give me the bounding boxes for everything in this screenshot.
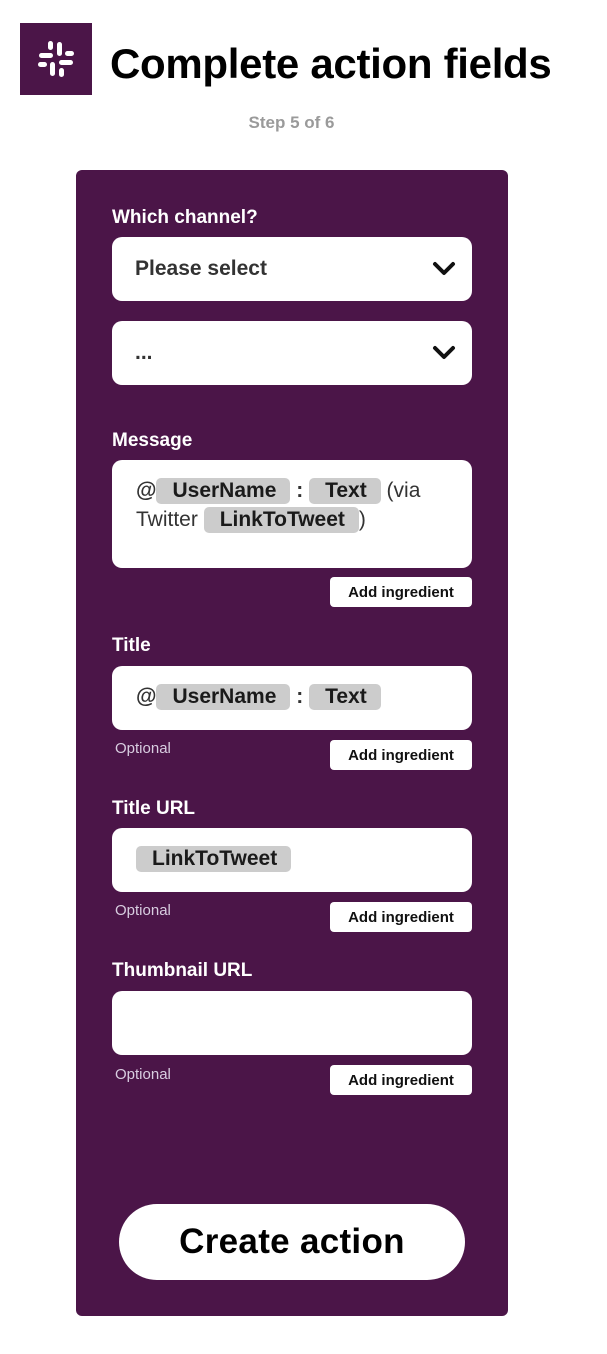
- optional-hint: Optional: [115, 902, 171, 919]
- add-ingredient-button[interactable]: Add ingredient: [330, 1065, 472, 1095]
- message-text: Twitter: [136, 508, 198, 531]
- message-text: ): [358, 508, 366, 531]
- separator: :: [296, 685, 304, 708]
- optional-hint: Optional: [115, 1066, 171, 1083]
- message-text: (via: [386, 479, 421, 502]
- at-sign: @: [136, 685, 157, 708]
- message-field[interactable]: @ UserName : Text (via Twitter LinkToTwee…: [112, 460, 472, 568]
- separator: :: [296, 479, 304, 502]
- channel-sub-select[interactable]: ...: [112, 321, 472, 385]
- create-action-button[interactable]: Create action: [119, 1204, 465, 1280]
- step-indicator: Step 5 of 6: [248, 113, 335, 132]
- ingredient-pill[interactable]: Text: [309, 478, 381, 504]
- thumbnail-url-field[interactable]: [112, 991, 472, 1055]
- page-title: Complete action fields: [110, 40, 552, 87]
- slack-logo: [20, 23, 92, 95]
- optional-hint: Optional: [115, 740, 171, 757]
- add-ingredient-button[interactable]: Add ingredient: [330, 577, 472, 607]
- ingredient-pill[interactable]: UserName: [156, 478, 291, 504]
- title-url-label: Title URL: [112, 798, 196, 819]
- title-label: Title: [112, 635, 151, 656]
- ingredient-pill[interactable]: LinkToTweet: [136, 846, 292, 872]
- chevron-down-icon: [433, 346, 455, 359]
- action-fields-panel: Which channel? Please select ... Message…: [76, 170, 508, 1316]
- channel-select[interactable]: Please select: [112, 237, 472, 301]
- title-field[interactable]: @ UserName : Text: [112, 666, 472, 730]
- ingredient-pill[interactable]: Text: [309, 684, 381, 710]
- channel-label: Which channel?: [112, 207, 258, 228]
- ingredient-pill[interactable]: LinkToTweet: [203, 507, 359, 533]
- add-ingredient-button[interactable]: Add ingredient: [330, 740, 472, 770]
- thumbnail-url-label: Thumbnail URL: [112, 960, 253, 981]
- slack-icon: [38, 41, 74, 77]
- chevron-down-icon: [433, 262, 455, 275]
- add-ingredient-button[interactable]: Add ingredient: [330, 902, 472, 932]
- channel-select-value: Please select: [135, 257, 267, 280]
- message-label: Message: [112, 430, 193, 451]
- at-sign: @: [136, 479, 157, 502]
- channel-sub-select-value: ...: [135, 341, 153, 364]
- title-url-field[interactable]: LinkToTweet: [112, 828, 472, 892]
- ingredient-pill[interactable]: UserName: [156, 684, 291, 710]
